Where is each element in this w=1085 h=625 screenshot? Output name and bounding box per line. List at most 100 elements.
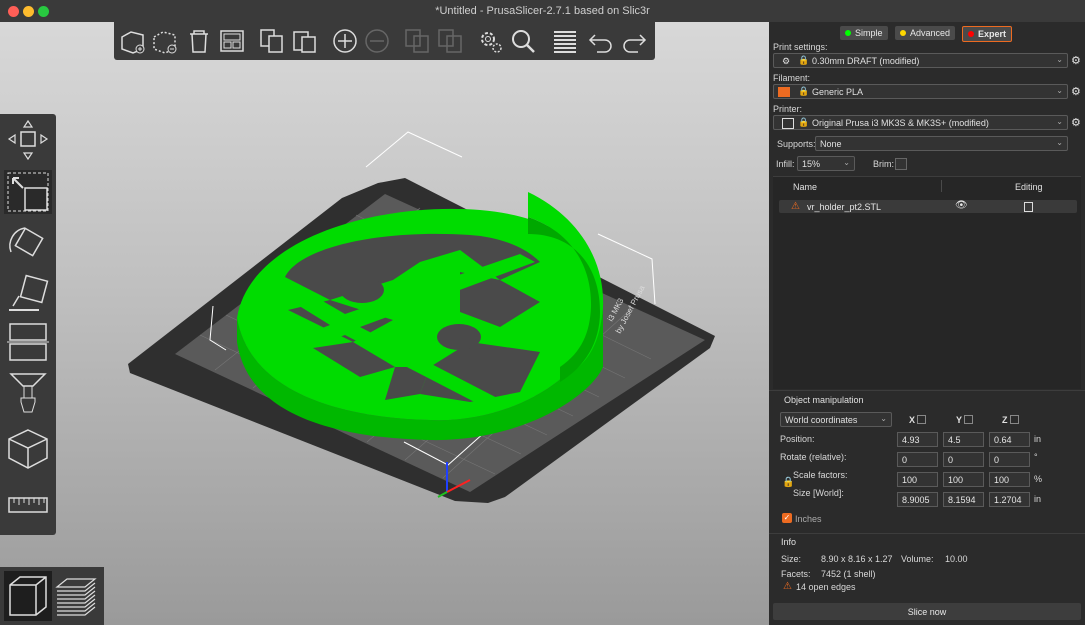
place-on-face-button[interactable] bbox=[4, 272, 52, 316]
3d-cube-icon bbox=[9, 576, 47, 616]
seam-painting-button[interactable] bbox=[4, 426, 52, 470]
mode-expert-button[interactable]: Expert bbox=[962, 26, 1013, 42]
info-size-value: 8.90 x 8.16 x 1.27 bbox=[821, 554, 893, 564]
size-x-field[interactable]: 8.9005 bbox=[897, 492, 938, 507]
layer-editing-button[interactable] bbox=[475, 26, 505, 56]
rotate-x-field[interactable]: 0 bbox=[897, 452, 938, 467]
variable-layer-height-button[interactable] bbox=[550, 26, 580, 56]
undo-button[interactable] bbox=[586, 26, 616, 56]
cut-tool-button[interactable] bbox=[4, 320, 52, 364]
object-name: vr_holder_pt2.STL bbox=[807, 202, 882, 212]
printer-edit-icon[interactable]: ⚙ bbox=[1071, 116, 1081, 129]
filament-edit-icon[interactable]: ⚙ bbox=[1071, 85, 1081, 98]
chevron-down-icon: ⌄ bbox=[843, 158, 850, 167]
brim-checkbox[interactable] bbox=[895, 158, 907, 170]
chevron-down-icon: ⌄ bbox=[1056, 86, 1063, 95]
split-objects-button[interactable] bbox=[402, 26, 432, 56]
axis-y-label: Y bbox=[956, 415, 963, 425]
size-label: Size [World]: bbox=[793, 488, 844, 498]
gizmo-toolbar bbox=[0, 114, 56, 535]
search-button[interactable] bbox=[508, 26, 538, 56]
scale-y-field[interactable]: 100 bbox=[943, 472, 984, 487]
view-switcher bbox=[0, 567, 104, 625]
eye-icon[interactable]: 👁 bbox=[955, 200, 968, 211]
plus-circle-icon bbox=[333, 29, 357, 53]
add-instance-button[interactable] bbox=[330, 26, 360, 56]
redo-icon bbox=[623, 34, 647, 53]
3d-viewport[interactable]: i3 MK3 by Josef Prusa bbox=[0, 22, 769, 625]
infill-label: Infill: bbox=[776, 159, 795, 169]
brim-label: Brim: bbox=[873, 159, 894, 169]
column-name[interactable]: Name bbox=[793, 182, 817, 192]
paste-button[interactable] bbox=[290, 26, 320, 56]
divider bbox=[769, 390, 1085, 391]
rotate-icon bbox=[9, 227, 44, 257]
size-z-field[interactable]: 1.2704 bbox=[989, 492, 1030, 507]
supports-label: Supports: bbox=[777, 139, 816, 149]
size-unit: in bbox=[1034, 494, 1042, 504]
object-list: Name Editing ⚠ vr_holder_pt2.STL 👁 bbox=[773, 176, 1081, 389]
position-y-field[interactable]: 4.5 bbox=[943, 432, 984, 447]
measure-tool-button[interactable] bbox=[4, 484, 52, 528]
paint-brush-icon bbox=[9, 373, 47, 413]
scale-z-field[interactable]: 100 bbox=[989, 472, 1030, 487]
printer-combo[interactable]: 🔒 Original Prusa i3 MK3S & MK3S+ (modifi… bbox=[773, 115, 1068, 130]
paint-supports-button[interactable] bbox=[4, 370, 52, 414]
info-facets-label: Facets: bbox=[781, 569, 811, 579]
mode-simple-button[interactable]: Simple bbox=[840, 26, 888, 40]
scale-tool-button[interactable] bbox=[4, 170, 52, 214]
add-button[interactable] bbox=[118, 26, 148, 56]
open-edges-warning: 14 open edges bbox=[796, 582, 856, 592]
undo-icon bbox=[588, 34, 612, 53]
rotate-tool-button[interactable] bbox=[4, 222, 52, 266]
column-editing[interactable]: Editing bbox=[1015, 182, 1043, 192]
position-x-field[interactable]: 4.93 bbox=[897, 432, 938, 447]
supports-combo[interactable]: None ⌄ bbox=[815, 136, 1068, 151]
position-z-field[interactable]: 0.64 bbox=[989, 432, 1030, 447]
move-tool-button[interactable] bbox=[4, 118, 52, 162]
inches-checkbox[interactable]: ✓ bbox=[782, 513, 792, 523]
drop-to-bed-x-icon[interactable] bbox=[917, 415, 926, 424]
edit-object-icon[interactable] bbox=[1024, 202, 1033, 212]
filament-combo[interactable]: 🔒 Generic PLA ⌄ bbox=[773, 84, 1068, 99]
size-y-field[interactable]: 8.1594 bbox=[943, 492, 984, 507]
advanced-mode-dot-icon bbox=[900, 30, 906, 36]
info-volume-value: 10.00 bbox=[945, 554, 968, 564]
delete-all-button[interactable] bbox=[184, 26, 214, 56]
drop-to-bed-z-icon[interactable] bbox=[1010, 415, 1019, 424]
rotate-z-field[interactable]: 0 bbox=[989, 452, 1030, 467]
move-icon bbox=[7, 119, 49, 161]
scale-x-field[interactable]: 100 bbox=[897, 472, 938, 487]
list-item[interactable]: ⚠ vr_holder_pt2.STL 👁 bbox=[779, 200, 1077, 213]
3d-view-button[interactable] bbox=[4, 571, 52, 621]
scene-canvas[interactable]: i3 MK3 by Josef Prusa bbox=[0, 22, 769, 625]
redo-button[interactable] bbox=[619, 26, 649, 56]
layers-preview-icon bbox=[55, 578, 97, 616]
preview-button[interactable] bbox=[52, 571, 100, 621]
delete-button[interactable] bbox=[150, 26, 180, 56]
slice-now-button[interactable]: Slice now bbox=[773, 603, 1081, 620]
print-settings-label: Print settings: bbox=[773, 42, 828, 52]
window-title: *Untitled - PrusaSlicer-2.7.1 based on S… bbox=[435, 5, 650, 17]
split-parts-icon bbox=[438, 29, 462, 53]
drop-to-bed-y-icon[interactable] bbox=[964, 415, 973, 424]
copy-button[interactable] bbox=[257, 26, 287, 56]
gear-icon bbox=[481, 32, 502, 53]
position-unit: in bbox=[1034, 434, 1042, 444]
top-toolbar bbox=[114, 22, 655, 60]
rotate-unit: ° bbox=[1034, 452, 1038, 462]
rotate-y-field[interactable]: 0 bbox=[943, 452, 984, 467]
split-parts-button[interactable] bbox=[435, 26, 465, 56]
delete-object-icon bbox=[153, 31, 177, 54]
object-manipulation-title: Object manipulation bbox=[784, 395, 864, 405]
infill-combo[interactable]: 15% ⌄ bbox=[797, 156, 855, 171]
print-settings-edit-icon[interactable]: ⚙ bbox=[1071, 54, 1081, 67]
chevron-down-icon: ⌄ bbox=[880, 414, 887, 423]
coordinate-system-combo[interactable]: World coordinates ⌄ bbox=[780, 412, 892, 427]
remove-instance-button[interactable] bbox=[362, 26, 392, 56]
warning-icon[interactable]: ⚠ bbox=[791, 201, 800, 212]
filament-color-swatch[interactable] bbox=[778, 87, 790, 97]
print-settings-combo[interactable]: ⚙ 🔒 0.30mm DRAFT (modified) ⌄ bbox=[773, 53, 1068, 68]
arrange-button[interactable] bbox=[217, 26, 247, 56]
mode-advanced-button[interactable]: Advanced bbox=[895, 26, 956, 40]
